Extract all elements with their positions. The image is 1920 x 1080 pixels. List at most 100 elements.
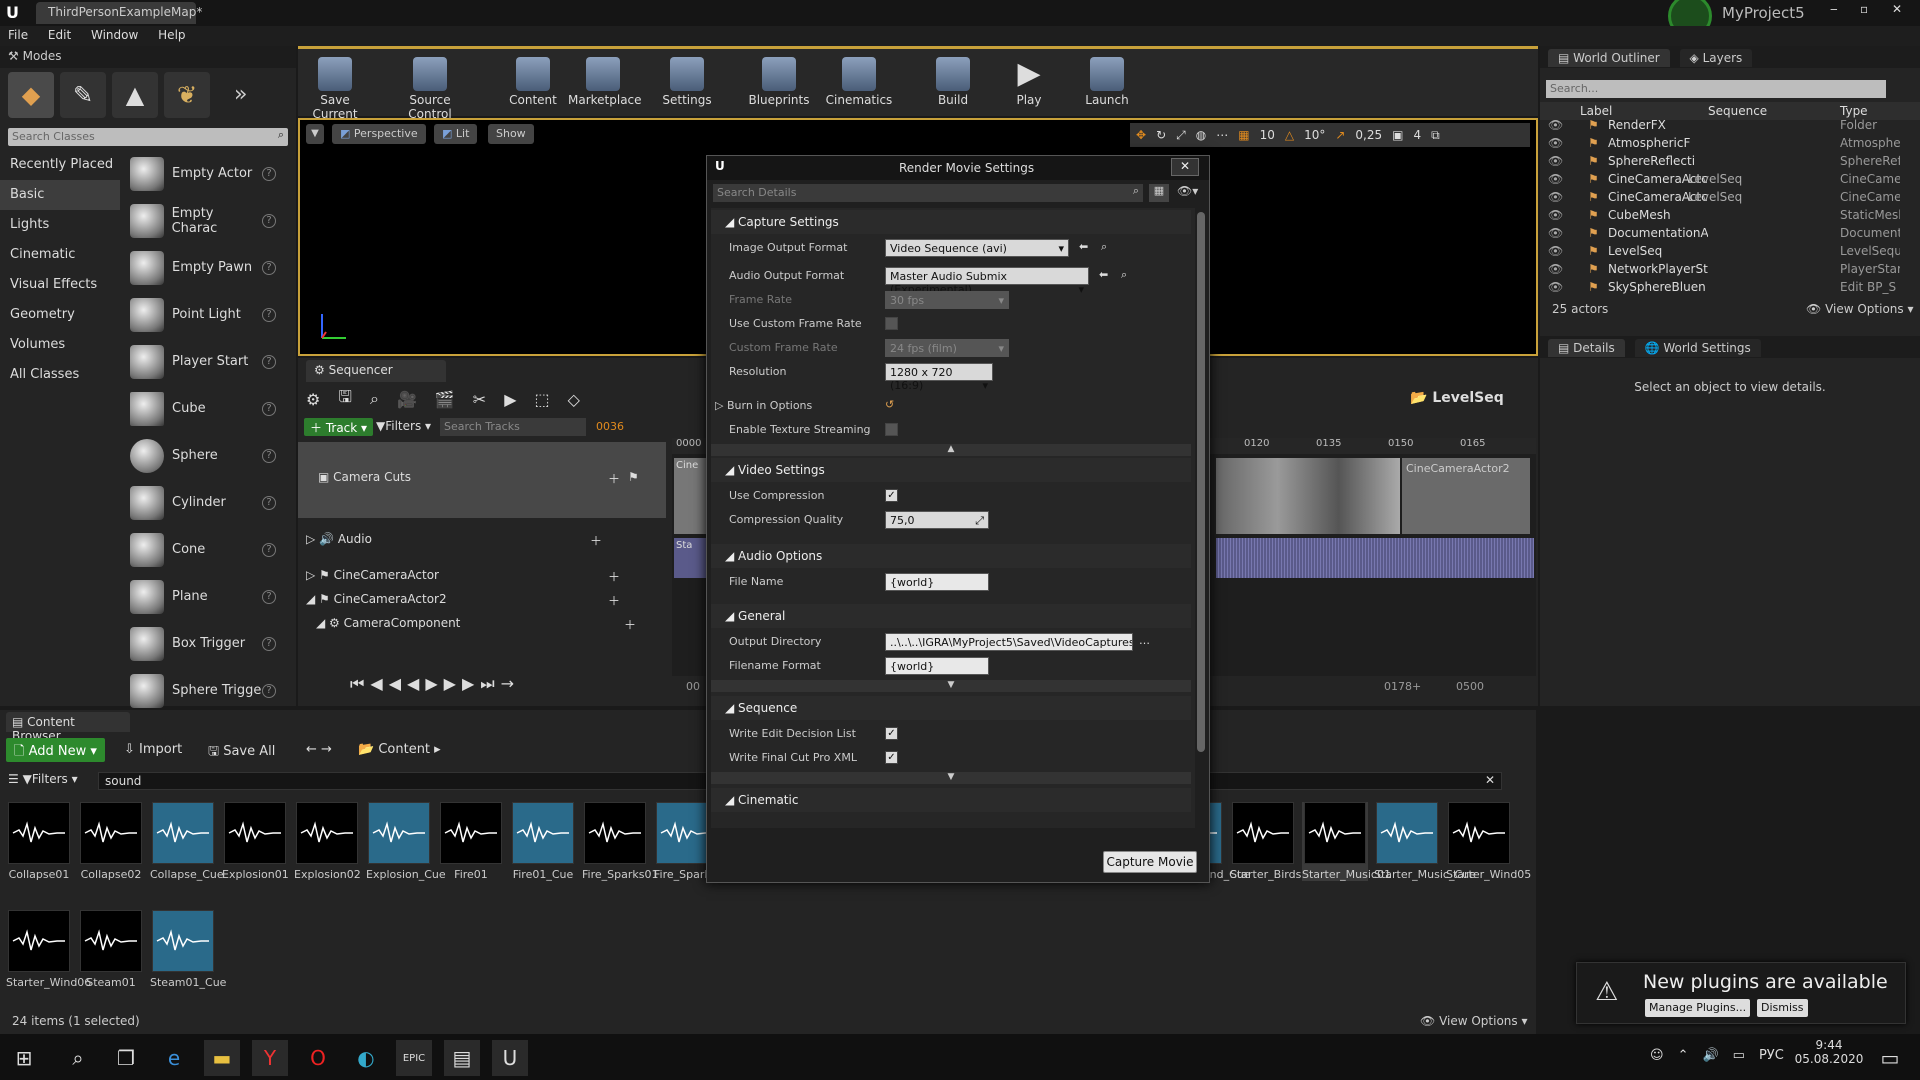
asset-tile[interactable]: Starter_Music_Cue: [1374, 802, 1476, 881]
asset-tile[interactable]: Explosion02: [294, 802, 361, 881]
people-icon[interactable]: ☺: [1650, 1048, 1664, 1063]
place-cube[interactable]: Cube?: [124, 385, 284, 432]
menu-help[interactable]: Help: [150, 26, 193, 44]
paint-mode-icon[interactable]: ✎: [60, 72, 106, 118]
menu-window[interactable]: Window: [83, 26, 146, 44]
asset-tile[interactable]: Fire01: [438, 802, 504, 881]
scale-snap-icon[interactable]: ↗: [1335, 128, 1345, 142]
add-icon[interactable]: ＋: [608, 470, 620, 487]
asset-tile[interactable]: Steam01_Cue: [150, 910, 226, 989]
content-button[interactable]: Content: [498, 53, 568, 107]
search-icon[interactable]: ⌕: [60, 1040, 96, 1076]
browse-icon[interactable]: ⌕: [1121, 268, 1127, 282]
camera-cut-clip-left[interactable]: Cine: [674, 458, 706, 534]
camera-cuts-track[interactable]: ▣ Camera Cuts ＋ ⚑: [298, 442, 666, 518]
visibility-eye-icon[interactable]: 👁: [1548, 118, 1563, 132]
loop-icon[interactable]: →: [501, 674, 520, 693]
outliner-view-options[interactable]: 👁 View Options ▾: [1806, 302, 1914, 316]
dismiss-button[interactable]: Dismiss: [1757, 999, 1808, 1017]
audio-clip-left[interactable]: Sta: [674, 538, 706, 578]
place-plane[interactable]: Plane?: [124, 573, 284, 620]
outliner-row[interactable]: 👁 ⚑ DocumentationA Document: [1540, 226, 1900, 244]
lit-button[interactable]: ◩ Lit: [434, 124, 478, 144]
cinematic-section[interactable]: ◢ Cinematic: [711, 788, 1191, 812]
modes-tab[interactable]: ⚒ Modes: [0, 46, 296, 68]
grid-value[interactable]: 10: [1260, 128, 1275, 142]
history-nav[interactable]: ← →: [306, 742, 332, 757]
language-indicator[interactable]: РУС: [1759, 1048, 1784, 1063]
save-icon[interactable]: 🖫: [338, 386, 352, 413]
landscape-mode-icon[interactable]: ▲: [112, 72, 158, 118]
more-modes-icon[interactable]: »: [234, 72, 247, 122]
use-custom-frame-rate-checkbox[interactable]: [885, 317, 898, 330]
visibility-eye-icon[interactable]: 👁: [1548, 244, 1563, 258]
burn-in-options-row[interactable]: ▷ Burn in Options ↺: [711, 394, 1191, 418]
prev-key-icon[interactable]: ◀◀: [370, 674, 407, 693]
asset-tile[interactable]: Fire_Sparks01: [582, 802, 658, 881]
expand-arrow-icon[interactable]: ▼: [711, 680, 1191, 692]
outliner-row[interactable]: 👁 ⚑ CineCameraActc LevelSeq CineCame: [1540, 190, 1900, 208]
camera-cut-clip-2[interactable]: CineCameraActor2: [1402, 458, 1530, 534]
surface-snap-icon[interactable]: ⋯: [1216, 128, 1228, 142]
help-icon[interactable]: ?: [262, 401, 276, 416]
help-icon[interactable]: ?: [262, 683, 276, 698]
type-column[interactable]: Type: [1840, 104, 1868, 118]
help-icon[interactable]: ?: [262, 166, 276, 181]
edge-icon[interactable]: e: [156, 1040, 192, 1076]
audio-options-section[interactable]: ◢ Audio Options: [711, 544, 1191, 568]
render-icon[interactable]: 🎥: [397, 390, 417, 409]
viewport-options-button[interactable]: ▼: [306, 124, 324, 144]
scale-value[interactable]: 0,25: [1355, 128, 1382, 142]
sequencer-tab[interactable]: ⚙ Sequencer: [306, 360, 446, 382]
world-icon[interactable]: ◍: [1196, 128, 1206, 142]
help-icon[interactable]: ?: [262, 260, 276, 275]
menu-file[interactable]: File: [0, 26, 36, 44]
filename-format-input[interactable]: {world}: [885, 657, 989, 675]
visibility-eye-icon[interactable]: 👁: [1548, 262, 1563, 276]
category-volumes[interactable]: Volumes: [0, 330, 120, 360]
help-icon[interactable]: ?: [262, 495, 276, 510]
tools-icon[interactable]: ✂: [473, 390, 486, 409]
play-button[interactable]: ▶ Play: [994, 53, 1064, 108]
last-frame-icon[interactable]: ⏭: [480, 674, 500, 693]
clapper-icon[interactable]: 🎬: [435, 390, 455, 409]
place-empty-character[interactable]: Empty Charac?: [124, 197, 284, 244]
expand-arrow-icon[interactable]: ▼: [711, 772, 1191, 784]
outliner-row[interactable]: 👁 ⚑ NetworkPlayerSt PlayerStar: [1540, 262, 1900, 280]
next-key-icon[interactable]: ▶▶: [444, 674, 481, 693]
visibility-eye-icon[interactable]: 👁: [1548, 226, 1563, 240]
place-cone[interactable]: Cone?: [124, 526, 284, 573]
camera-speed-value[interactable]: 4: [1413, 128, 1421, 142]
clear-search-icon[interactable]: ✕: [1485, 773, 1495, 787]
details-search-input[interactable]: Search Details ⌕: [713, 184, 1143, 202]
reset-arrow-icon[interactable]: ⬅: [1079, 240, 1088, 253]
help-icon[interactable]: ?: [262, 213, 276, 228]
first-frame-icon[interactable]: ⏮: [350, 674, 370, 693]
start-button[interactable]: ⊞: [6, 1040, 42, 1076]
add-icon[interactable]: ＋: [590, 532, 602, 549]
world-outliner-tab[interactable]: ▤ World Outliner: [1548, 49, 1670, 67]
sequencer-filters-button[interactable]: ▼Filters ▾: [376, 419, 431, 433]
epic-games-icon[interactable]: EPIC: [396, 1040, 432, 1076]
write-edl-checkbox[interactable]: ✓: [885, 727, 898, 740]
content-view-options[interactable]: 👁 View Options ▾: [1420, 1014, 1528, 1028]
visibility-eye-icon[interactable]: 👁: [1548, 154, 1563, 168]
source-control-button[interactable]: Source Control: [386, 53, 474, 121]
add-track-button[interactable]: ＋ Track ▾: [304, 418, 374, 436]
angle-value[interactable]: 10°: [1304, 128, 1325, 142]
outliner-row[interactable]: 👁 ⚑ AtmosphericF Atmosphe: [1540, 136, 1900, 154]
outliner-row[interactable]: 👁 ⚑ CubeMesh StaticMesl: [1540, 208, 1900, 226]
category-recently-placed[interactable]: Recently Placed: [0, 150, 120, 180]
close-window-button[interactable]: ✕: [1892, 2, 1902, 16]
place-empty-actor[interactable]: Empty Actor?: [124, 150, 284, 197]
audio-track[interactable]: ▷ 🔊 Audio ＋: [298, 526, 666, 554]
place-box-trigger[interactable]: Box Trigger?: [124, 620, 284, 667]
asset-tile[interactable]: Collapse_Cue: [150, 802, 224, 881]
dialog-scrollbar[interactable]: [1197, 212, 1205, 752]
asset-tile[interactable]: Starter_Wind06: [6, 910, 91, 989]
outliner-search-input[interactable]: Search...: [1546, 80, 1886, 98]
visibility-eye-icon[interactable]: 👁: [1548, 190, 1563, 204]
outliner-row[interactable]: 👁 ⚑ CineCameraActc LevelSeq CineCame: [1540, 172, 1900, 190]
build-button[interactable]: Build: [918, 53, 988, 107]
yandex-browser-icon[interactable]: Y: [252, 1040, 288, 1076]
